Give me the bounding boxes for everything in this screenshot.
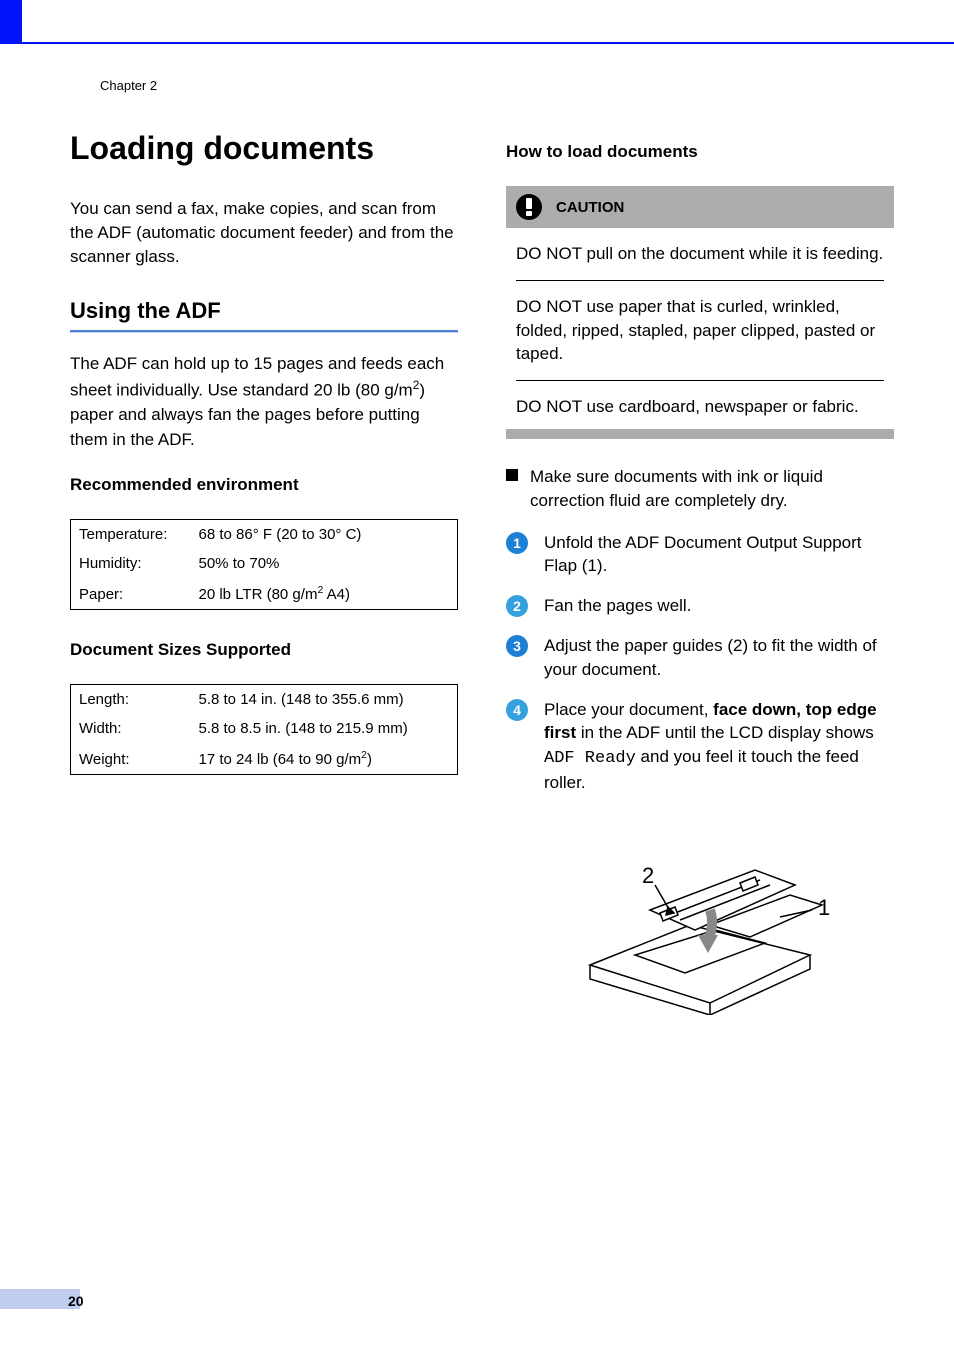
- size-length-value: 5.8 to 14 in. (148 to 355.6 mm): [191, 684, 458, 714]
- page-number: 20: [68, 1293, 84, 1309]
- corner-tab: [0, 0, 22, 42]
- s4d: ADF Ready: [544, 749, 636, 768]
- caution-body: DO NOT pull on the document while it is …: [506, 228, 894, 429]
- size-width-value: 5.8 to 8.5 in. (148 to 215.9 mm): [191, 714, 458, 743]
- s4a: Place your document,: [544, 700, 713, 719]
- step-4: 4 Place your document, face down, top ed…: [506, 698, 894, 795]
- bullet-note: Make sure documents with ink or liquid c…: [506, 465, 894, 513]
- caution-item-2: DO NOT use paper that is curled, wrinkle…: [516, 295, 884, 381]
- caution-item-1: DO NOT pull on the document while it is …: [516, 242, 884, 281]
- chapter-label: Chapter 2: [100, 78, 157, 93]
- step-number-icon: 4: [506, 699, 528, 721]
- step-number-icon: 1: [506, 532, 528, 554]
- step-1-text: Unfold the ADF Document Output Support F…: [544, 531, 894, 579]
- caution-header: CAUTION: [506, 186, 894, 228]
- table-row: Humidity: 50% to 70%: [71, 549, 458, 578]
- step-2: 2 Fan the pages well.: [506, 594, 894, 618]
- caution-box: CAUTION DO NOT pull on the document whil…: [506, 186, 894, 439]
- table-row: Length: 5.8 to 14 in. (148 to 355.6 mm): [71, 684, 458, 714]
- left-column: Loading documents You can send a fax, ma…: [70, 130, 458, 1015]
- weight-b: ): [367, 751, 372, 768]
- step-1: 1 Unfold the ADF Document Output Support…: [506, 531, 894, 579]
- env-paper-label: Paper:: [71, 578, 191, 610]
- step-2-text: Fan the pages well.: [544, 594, 691, 618]
- adf-illustration: 1 2: [560, 815, 840, 1015]
- size-width-label: Width:: [71, 714, 191, 743]
- env-hum-label: Humidity:: [71, 549, 191, 578]
- right-column: How to load documents CAUTION DO NOT pul…: [506, 130, 894, 1015]
- table-row: Temperature: 68 to 86° F (20 to 30° C): [71, 519, 458, 549]
- table-row: Width: 5.8 to 8.5 in. (148 to 215.9 mm): [71, 714, 458, 743]
- table-row: Paper: 20 lb LTR (80 g/m2 A4): [71, 578, 458, 610]
- recommended-env-heading: Recommended environment: [70, 475, 458, 495]
- intro-paragraph: You can send a fax, make copies, and sca…: [70, 197, 458, 268]
- step-number-icon: 2: [506, 595, 528, 617]
- weight-a: 17 to 24 lb (64 to 90 g/m: [199, 751, 362, 768]
- sizes-table: Length: 5.8 to 14 in. (148 to 355.6 mm) …: [70, 684, 458, 775]
- environment-table: Temperature: 68 to 86° F (20 to 30° C) H…: [70, 519, 458, 610]
- adf-paragraph: The ADF can hold up to 15 pages and feed…: [70, 352, 458, 452]
- step-3: 3 Adjust the paper guides (2) to fit the…: [506, 634, 894, 682]
- env-paper-value: 20 lb LTR (80 g/m2 A4): [191, 578, 458, 610]
- illus-label-1: 1: [818, 895, 830, 920]
- step-3-text: Adjust the paper guides (2) to fit the w…: [544, 634, 894, 682]
- caution-item-3: DO NOT use cardboard, newspaper or fabri…: [516, 395, 884, 425]
- content-area: Loading documents You can send a fax, ma…: [70, 130, 894, 1015]
- how-to-load-heading: How to load documents: [506, 142, 894, 162]
- step-4-text: Place your document, face down, top edge…: [544, 698, 894, 795]
- size-weight-value: 17 to 24 lb (64 to 90 g/m2): [191, 743, 458, 775]
- page-title: Loading documents: [70, 130, 458, 167]
- size-weight-label: Weight:: [71, 743, 191, 775]
- env-temp-value: 68 to 86° F (20 to 30° C): [191, 519, 458, 549]
- caution-label: CAUTION: [556, 199, 624, 216]
- paper-a: 20 lb LTR (80 g/m: [199, 586, 318, 603]
- s4c: in the ADF until the LCD display shows: [576, 723, 874, 742]
- table-row: Weight: 17 to 24 lb (64 to 90 g/m2): [71, 743, 458, 775]
- using-adf-heading: Using the ADF: [70, 298, 458, 332]
- paper-b: A4): [323, 586, 350, 603]
- bullet-text: Make sure documents with ink or liquid c…: [530, 465, 894, 513]
- env-hum-value: 50% to 70%: [191, 549, 458, 578]
- caution-icon: [516, 194, 542, 220]
- document-sizes-heading: Document Sizes Supported: [70, 640, 458, 660]
- caution-footer-bar: [506, 429, 894, 439]
- step-number-icon: 3: [506, 635, 528, 657]
- adf-para-a: The ADF can hold up to 15 pages and feed…: [70, 354, 444, 399]
- size-length-label: Length:: [71, 684, 191, 714]
- env-temp-label: Temperature:: [71, 519, 191, 549]
- square-bullet-icon: [506, 469, 518, 481]
- illus-label-2: 2: [642, 863, 654, 888]
- top-rule: [0, 42, 954, 44]
